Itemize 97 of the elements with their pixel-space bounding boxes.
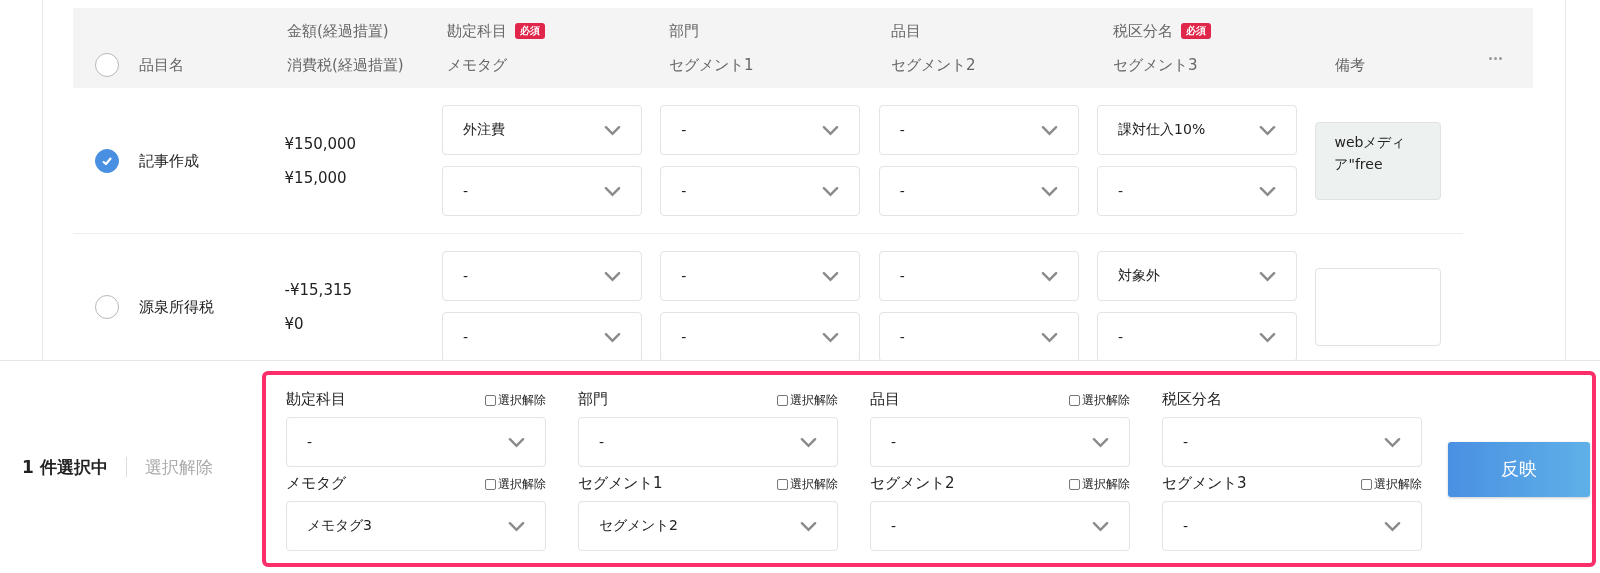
note-field[interactable]: webメディア"free bbox=[1315, 121, 1442, 200]
select-field[interactable]: - bbox=[1162, 501, 1422, 551]
field-label: 勘定科目 bbox=[286, 390, 346, 409]
field-label: メモタグ bbox=[286, 474, 346, 493]
select-field[interactable]: - bbox=[870, 417, 1130, 467]
clear-checkbox[interactable]: 選択解除 bbox=[1069, 476, 1130, 493]
chevron-icon bbox=[822, 270, 840, 282]
item-name: 記事作成 bbox=[139, 151, 199, 170]
select-field[interactable]: - bbox=[1097, 166, 1298, 216]
select-field[interactable]: - bbox=[441, 251, 642, 301]
note-field[interactable] bbox=[1315, 267, 1442, 346]
checkbox[interactable] bbox=[1361, 479, 1372, 490]
field-label: セグメント1 bbox=[578, 474, 663, 493]
chevron-icon bbox=[822, 185, 840, 197]
chevron-icon bbox=[603, 124, 621, 136]
select-field[interactable]: - bbox=[441, 166, 642, 216]
select-field[interactable]: セグメント2 bbox=[578, 501, 838, 551]
chevron-icon bbox=[800, 436, 817, 448]
row-checkbox[interactable] bbox=[95, 53, 119, 77]
select-field[interactable]: - bbox=[878, 105, 1079, 155]
clear-checkbox[interactable]: 選択解除 bbox=[777, 476, 838, 493]
chevron-icon bbox=[603, 331, 621, 343]
select-field[interactable]: - bbox=[660, 312, 861, 360]
chevron-icon bbox=[1040, 331, 1058, 343]
checkbox[interactable] bbox=[777, 395, 788, 406]
check-icon bbox=[102, 156, 112, 165]
column-header: 消費税(経過措置) bbox=[287, 55, 405, 76]
item-name: 源泉所得税 bbox=[139, 297, 214, 316]
chevron-icon bbox=[1384, 436, 1401, 448]
select-field[interactable]: - bbox=[1162, 417, 1422, 467]
select-field[interactable]: - bbox=[660, 105, 861, 155]
select-field[interactable]: - bbox=[286, 417, 546, 467]
field-label: セグメント3 bbox=[1162, 474, 1247, 493]
chevron-icon bbox=[1259, 331, 1277, 343]
clear-checkbox[interactable]: 選択解除 bbox=[485, 476, 546, 493]
select-field[interactable]: - bbox=[660, 251, 861, 301]
column-header: セグメント3 bbox=[1113, 55, 1199, 76]
tax-amount: ¥15,000 bbox=[284, 168, 348, 187]
select-field[interactable]: 対象外 bbox=[1097, 251, 1298, 301]
column-header: 備考 bbox=[1335, 55, 1366, 76]
field-label: 税区分名 bbox=[1162, 390, 1222, 409]
select-field[interactable]: 課対仕入10% bbox=[1097, 105, 1298, 155]
chevron-icon bbox=[822, 124, 840, 136]
tax-amount: ¥0 bbox=[284, 314, 305, 333]
select-field[interactable]: - bbox=[878, 312, 1079, 360]
chevron-icon bbox=[508, 436, 525, 448]
column-header: セグメント2 bbox=[891, 55, 977, 76]
chevron-icon bbox=[1092, 520, 1109, 532]
select-field[interactable]: - bbox=[870, 501, 1130, 551]
column-header: セグメント1 bbox=[669, 55, 755, 76]
chevron-icon bbox=[1092, 436, 1109, 448]
select-field[interactable]: 外注費 bbox=[441, 105, 642, 155]
row-checkbox[interactable] bbox=[95, 148, 119, 173]
field-label: セグメント2 bbox=[870, 474, 955, 493]
required-badge: 必須 bbox=[515, 23, 545, 39]
chevron-icon bbox=[800, 520, 817, 532]
chevron-icon bbox=[1259, 185, 1277, 197]
checkbox[interactable] bbox=[485, 479, 496, 490]
select-field[interactable]: - bbox=[578, 417, 838, 467]
select-field[interactable]: - bbox=[878, 166, 1079, 216]
checkbox[interactable] bbox=[777, 479, 788, 490]
amount: ¥150,000 bbox=[284, 134, 358, 153]
clear-checkbox[interactable]: 選択解除 bbox=[485, 392, 546, 409]
required-badge: 必須 bbox=[1181, 23, 1211, 39]
chevron-icon bbox=[1040, 270, 1058, 282]
checkbox[interactable] bbox=[1069, 479, 1080, 490]
field-label: 品目 bbox=[870, 390, 900, 409]
checkbox[interactable] bbox=[1069, 395, 1080, 406]
select-field[interactable]: - bbox=[878, 251, 1079, 301]
chevron-icon bbox=[1040, 124, 1058, 136]
chevron-icon bbox=[1040, 185, 1058, 197]
column-header: 金額(経過措置) bbox=[287, 21, 389, 41]
select-field[interactable]: メモタグ3 bbox=[286, 501, 546, 551]
selection-count: 1 件選択中 bbox=[22, 455, 108, 479]
column-header: メモタグ bbox=[447, 55, 508, 76]
row-checkbox[interactable] bbox=[95, 294, 119, 319]
chevron-icon bbox=[603, 185, 621, 197]
chevron-icon bbox=[1259, 124, 1277, 136]
clear-checkbox[interactable]: 選択解除 bbox=[1361, 476, 1422, 493]
column-header: 品目 bbox=[891, 21, 921, 41]
chevron-icon bbox=[1259, 270, 1277, 282]
column-header: 税区分名 bbox=[1113, 21, 1173, 41]
field-label: 部門 bbox=[578, 390, 608, 409]
chevron-icon bbox=[1384, 520, 1401, 532]
select-field[interactable]: - bbox=[660, 166, 861, 216]
chevron-icon bbox=[508, 520, 525, 532]
column-header: 勘定科目 bbox=[447, 21, 507, 41]
clear-checkbox[interactable]: 選択解除 bbox=[1069, 392, 1130, 409]
clear-checkbox[interactable]: 選択解除 bbox=[777, 392, 838, 409]
column-header: 品目名 bbox=[139, 55, 185, 76]
checkbox[interactable] bbox=[485, 395, 496, 406]
select-field[interactable]: - bbox=[441, 312, 642, 360]
chevron-icon bbox=[603, 270, 621, 282]
amount: -¥15,315 bbox=[284, 280, 354, 299]
chevron-icon bbox=[822, 331, 840, 343]
select-field[interactable]: - bbox=[1097, 312, 1298, 360]
column-header: 部門 bbox=[669, 21, 699, 41]
